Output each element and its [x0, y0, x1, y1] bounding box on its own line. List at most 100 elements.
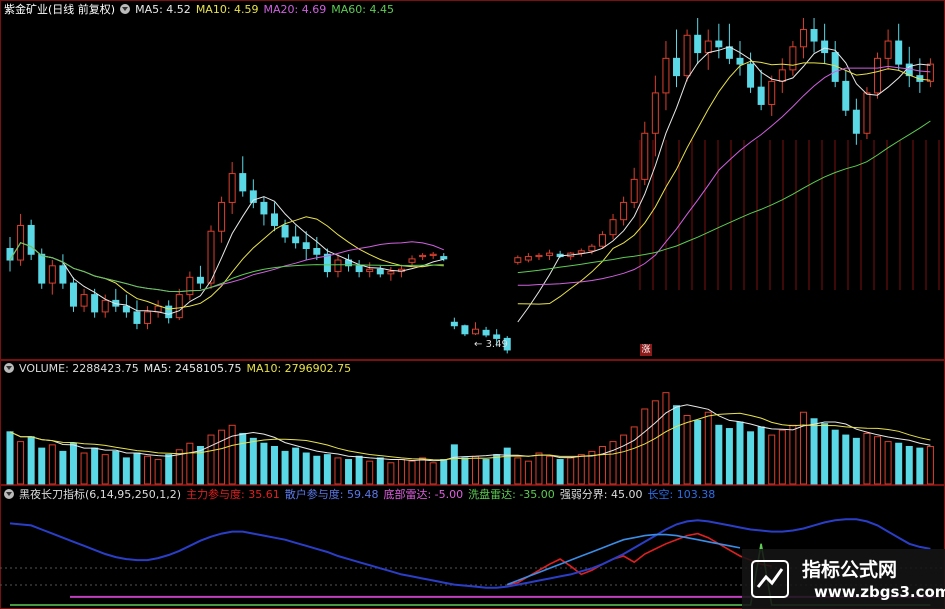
volume-legend: VOLUME: 2288423.75 MA5: 2458105.75 MA10: 2… — [4, 362, 356, 376]
volume-bar — [694, 419, 702, 485]
volume-bar — [302, 452, 310, 485]
candle — [281, 224, 289, 238]
watermark: 指标公式网 www.zbgs3.com — [742, 549, 945, 609]
volume-bar — [313, 455, 321, 485]
candle — [323, 253, 331, 273]
dropdown-icon[interactable] — [4, 363, 14, 373]
volume-bar — [852, 437, 860, 485]
volume-bar — [747, 431, 755, 485]
volume-bar — [48, 444, 56, 485]
wash-radar-label: 洗盘雷达: -35.00 — [468, 488, 555, 501]
volume-bar — [895, 442, 903, 485]
candle — [874, 57, 882, 94]
volume-bar — [916, 447, 924, 485]
volume-ma5-label: MA5: 2458105.75 — [143, 362, 242, 375]
low-price-marker: ← 3.49 — [474, 339, 508, 350]
ma60-label: MA60: 4.45 — [331, 3, 394, 16]
candle — [101, 299, 109, 313]
volume-bar — [281, 450, 289, 485]
volume-bar — [503, 447, 511, 485]
main-force-label: 主力参与度: 35.61 — [186, 488, 280, 501]
candle — [419, 254, 427, 258]
candle — [852, 109, 860, 134]
candle — [926, 63, 934, 82]
volume-bar — [831, 429, 839, 485]
candle — [546, 252, 554, 256]
volume-bar — [651, 400, 659, 485]
candle — [778, 69, 786, 82]
dropdown-icon[interactable] — [120, 4, 131, 14]
volume-bar — [524, 460, 532, 485]
volume-bar — [112, 450, 120, 485]
candle — [80, 294, 88, 307]
ma40-line — [517, 120, 931, 274]
candle — [725, 46, 733, 59]
stock-title[interactable]: 紫金矿业(日线 前复权) — [4, 3, 115, 16]
candle — [292, 236, 300, 244]
volume-ma10-label: MA10: 2796902.75 — [246, 362, 352, 375]
volume-bar — [376, 457, 384, 485]
volume-bar — [80, 452, 88, 485]
volume-bar — [334, 457, 342, 485]
candle — [408, 258, 416, 263]
volume-bar — [218, 429, 226, 485]
volume-bar — [69, 442, 77, 485]
candle — [239, 173, 247, 192]
watermark-title: 指标公式网 — [802, 559, 898, 581]
volume-bar — [598, 445, 606, 485]
volume-bar — [810, 418, 818, 485]
indicator-legend: 黑夜长刀指标(6,14,95,250,1,2) 主力参与度: 35.61 散户参与度… — [4, 488, 720, 502]
volume-bar — [641, 408, 649, 485]
candle — [535, 254, 543, 258]
volume-bar — [905, 445, 913, 485]
volume-bar — [472, 455, 479, 485]
candle — [175, 294, 183, 319]
candle — [694, 34, 702, 54]
candle — [59, 265, 67, 284]
candle — [27, 224, 35, 255]
candle — [609, 219, 617, 236]
volume-bar — [926, 445, 934, 485]
volume-bar — [874, 436, 882, 485]
candle — [493, 334, 501, 339]
volume-bar — [6, 431, 14, 485]
volume-bar — [249, 437, 257, 485]
volume-bar — [567, 457, 575, 485]
volume-bar — [514, 457, 522, 485]
price-legend: 紫金矿业(日线 前复权) MA5: 4.52 MA10: 4.59 MA20: 4.6… — [4, 3, 399, 17]
volume-bar — [260, 442, 268, 485]
candle — [683, 34, 691, 77]
candle — [577, 250, 585, 254]
volume-bar — [270, 445, 278, 485]
candle — [186, 276, 194, 296]
candle — [260, 201, 268, 215]
chart-canvas — [0, 0, 945, 609]
ma10-label: MA10: 4.59 — [195, 3, 259, 16]
volume-bar — [144, 455, 152, 485]
dropdown-icon[interactable] — [4, 489, 14, 499]
candle — [736, 57, 744, 65]
volume-bar — [397, 459, 405, 485]
volume-bar — [556, 459, 564, 485]
volume-bar — [440, 459, 448, 485]
volume-bar — [683, 415, 691, 485]
volume-bar — [419, 457, 427, 485]
candle — [673, 57, 681, 77]
volume-bar — [736, 421, 744, 485]
volume-bar — [673, 405, 681, 485]
volume-bar — [789, 424, 797, 485]
candle — [757, 86, 765, 105]
candle — [620, 201, 628, 221]
candle — [884, 40, 892, 59]
volume-bar — [366, 460, 374, 485]
indicator-name[interactable]: 黑夜长刀指标(6,14,95,250,1,2) — [19, 488, 181, 501]
volume-bar — [387, 462, 395, 485]
candle — [6, 248, 14, 261]
volume-bar — [461, 457, 469, 485]
volume-bar — [165, 454, 173, 485]
candle — [196, 276, 204, 284]
candle — [524, 256, 532, 261]
candle — [704, 40, 712, 54]
volume-bar — [821, 423, 829, 485]
candle — [821, 40, 829, 54]
